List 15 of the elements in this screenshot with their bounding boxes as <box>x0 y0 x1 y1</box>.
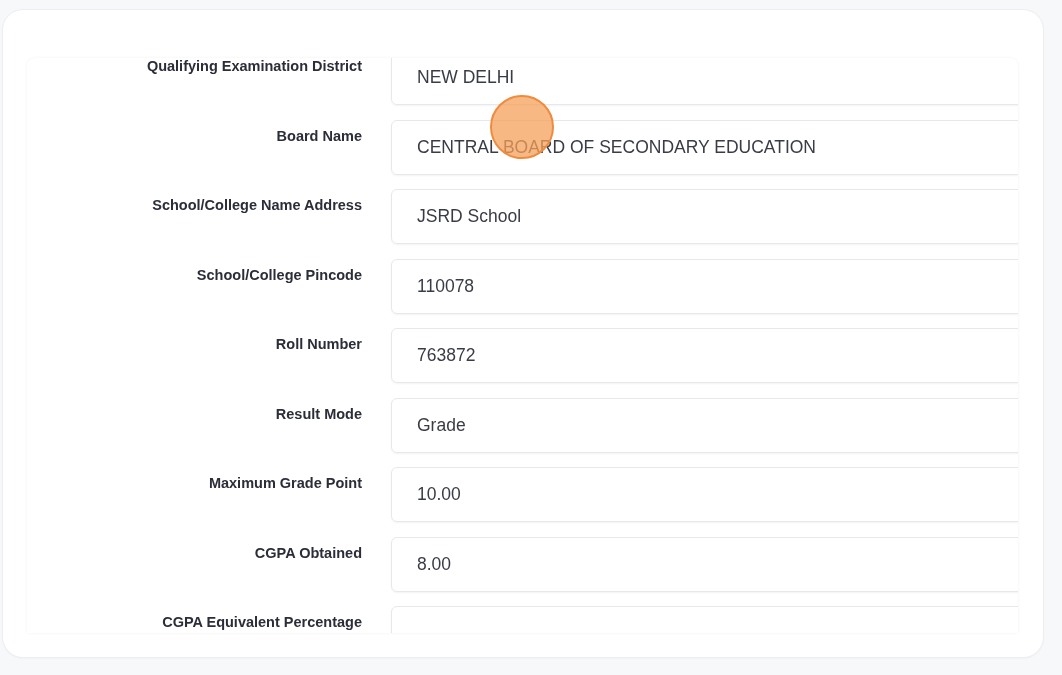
field-label: CGPA Obtained <box>253 543 362 563</box>
field-label: Board Name <box>275 126 362 146</box>
field-label: Maximum Grade Point <box>207 474 362 493</box>
field-label: CGPA Equivalent Percentage <box>161 613 362 632</box>
field-label: Roll Number <box>274 335 362 354</box>
input-field[interactable]: 8.00 <box>391 536 1018 592</box>
field-label: Result Mode <box>274 404 362 424</box>
field-label: School/College Name Address <box>151 196 362 215</box>
field-label: Qualifying Examination District <box>145 58 362 76</box>
input-field[interactable]: 763872 <box>391 328 1018 383</box>
field-label: School/College Pincode <box>195 265 362 285</box>
input-field[interactable]: Grade <box>391 397 1018 453</box>
input-field[interactable]: 10.00 <box>391 467 1018 522</box>
input-field[interactable]: 110078 <box>391 258 1018 314</box>
input-field[interactable]: JSRD School <box>391 189 1018 244</box>
